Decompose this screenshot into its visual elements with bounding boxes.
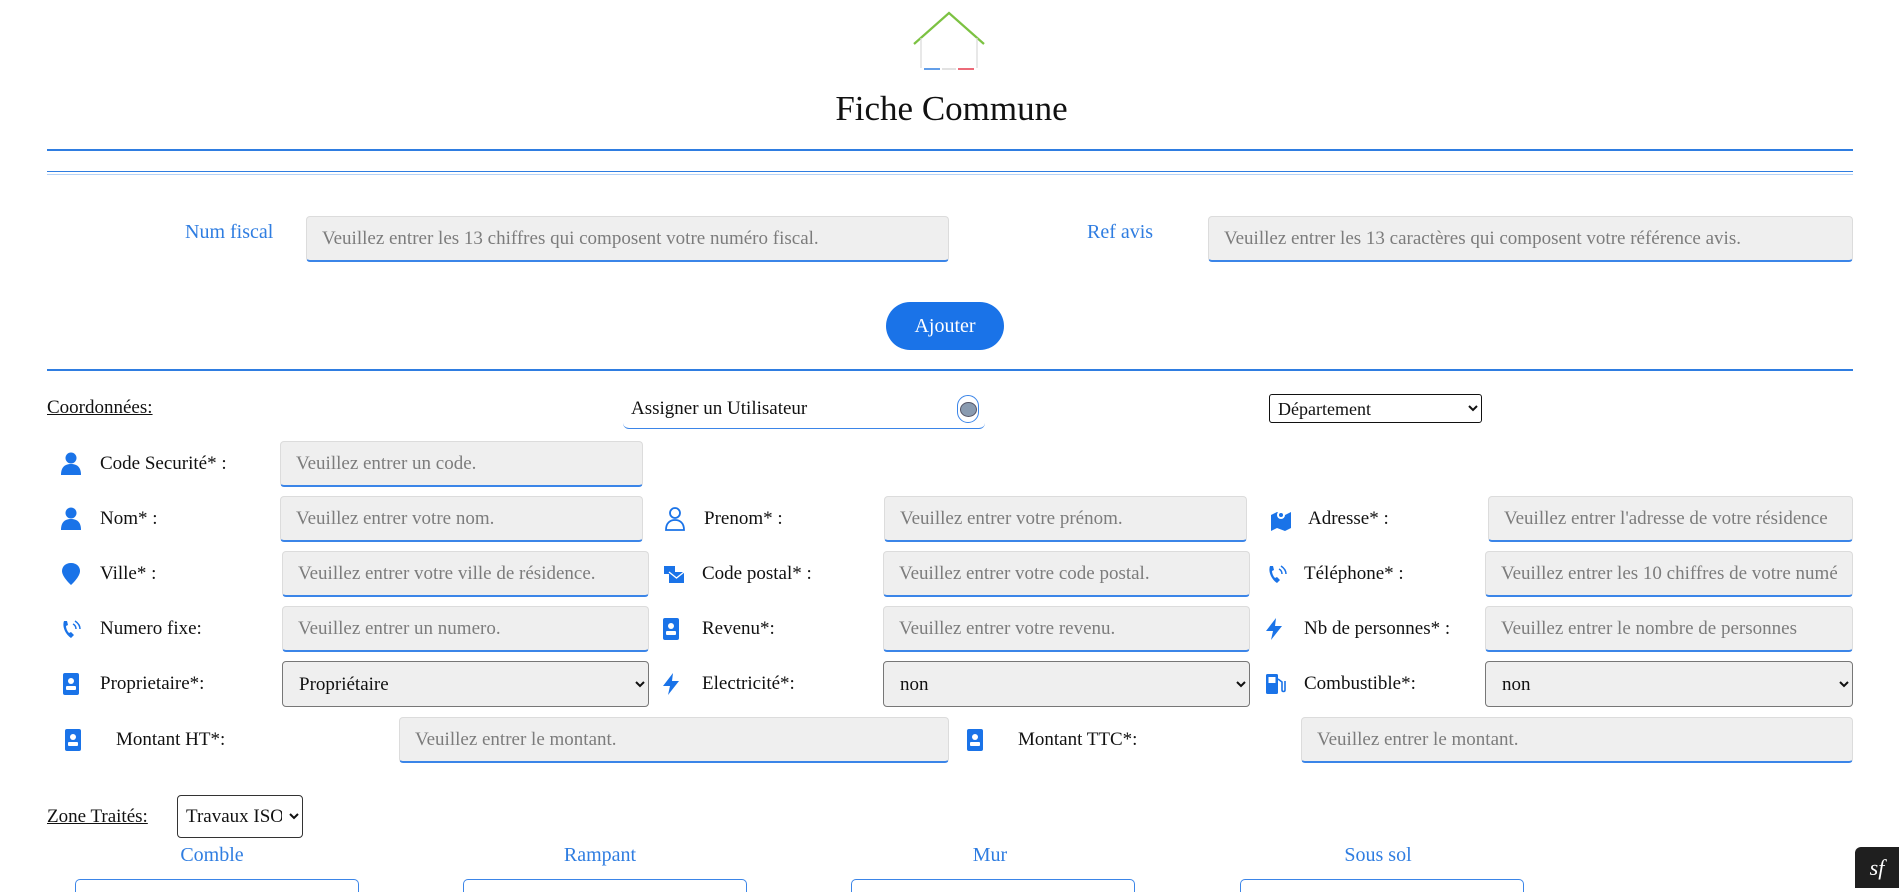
nom-label: Nom* : bbox=[100, 508, 158, 529]
zone-col-mur: Mur bbox=[972, 844, 1008, 866]
num-fiscal-label: Num fiscal bbox=[185, 221, 274, 243]
zone-col-comble: Comble bbox=[180, 844, 244, 866]
zone-col-sous-sol: Sous sol bbox=[1344, 844, 1412, 866]
montant-ht-label: Montant HT*: bbox=[116, 729, 226, 750]
electricite-label: Electricité*: bbox=[702, 673, 795, 694]
mail-bulk-icon bbox=[663, 562, 685, 586]
map-icon bbox=[1270, 507, 1292, 531]
header-divider-shadow bbox=[47, 174, 1853, 175]
id-badge-icon bbox=[62, 728, 84, 752]
code-securite-input[interactable] bbox=[280, 441, 643, 487]
id-badge-icon bbox=[60, 672, 82, 696]
montant-ht-input[interactable] bbox=[399, 717, 949, 763]
header-divider-lower bbox=[47, 171, 1853, 172]
phone-volume-icon bbox=[60, 617, 82, 641]
prenom-label: Prenom* : bbox=[704, 508, 783, 529]
zone-box-sous-sol[interactable] bbox=[1240, 879, 1524, 892]
prenom-input[interactable] bbox=[884, 496, 1247, 542]
bolt-icon bbox=[660, 672, 682, 696]
id-badge-icon bbox=[964, 728, 986, 752]
nb-personnes-input[interactable] bbox=[1485, 606, 1853, 652]
coordonnees-heading: Coordonnées: bbox=[47, 397, 153, 418]
ville-label: Ville* : bbox=[100, 563, 157, 584]
bolt-icon bbox=[1263, 617, 1285, 641]
zone-traites-select[interactable]: Travaux ISO bbox=[177, 795, 303, 838]
section-divider bbox=[47, 369, 1853, 371]
proprietaire-select[interactable]: Propriétaire bbox=[282, 661, 649, 707]
code-securite-label: Code Securité* : bbox=[100, 453, 227, 474]
code-postal-label: Code postal* : bbox=[702, 563, 812, 584]
zone-col-rampant: Rampant bbox=[563, 844, 637, 866]
ville-input[interactable] bbox=[282, 551, 649, 597]
zone-box-comble[interactable] bbox=[75, 879, 359, 892]
nom-input[interactable] bbox=[280, 496, 643, 542]
zone-traites-heading: Zone Traités: bbox=[47, 806, 148, 827]
user-outline-icon bbox=[664, 507, 686, 531]
telephone-label: Téléphone* : bbox=[1304, 563, 1404, 584]
proprietaire-label: Proprietaire*: bbox=[100, 673, 205, 694]
adresse-label: Adresse* : bbox=[1308, 508, 1389, 529]
house-logo-icon bbox=[910, 10, 988, 72]
zone-box-mur[interactable] bbox=[851, 879, 1135, 892]
assign-user-field[interactable]: Assigner un Utilisateur bbox=[623, 390, 985, 429]
gas-pump-icon bbox=[1264, 672, 1286, 696]
telephone-input[interactable] bbox=[1485, 551, 1853, 597]
combustible-select[interactable]: non bbox=[1485, 661, 1853, 707]
revenu-input[interactable] bbox=[883, 606, 1250, 652]
numero-fixe-input[interactable] bbox=[282, 606, 649, 652]
assign-user-label: Assigner un Utilisateur bbox=[631, 398, 808, 419]
map-pin-icon bbox=[60, 562, 82, 586]
revenu-label: Revenu*: bbox=[702, 618, 775, 639]
page-title: Fiche Commune bbox=[835, 89, 1068, 128]
id-badge-icon bbox=[660, 617, 682, 641]
user-icon bbox=[60, 452, 82, 476]
user-icon bbox=[60, 507, 82, 531]
header-divider bbox=[47, 149, 1853, 151]
departement-select[interactable]: Département bbox=[1269, 394, 1482, 423]
code-postal-input[interactable] bbox=[883, 551, 1250, 597]
montant-ttc-label: Montant TTC*: bbox=[1018, 729, 1138, 750]
phone-volume-icon bbox=[1266, 562, 1288, 586]
zone-box-rampant[interactable] bbox=[463, 879, 747, 892]
add-button[interactable]: Ajouter bbox=[886, 302, 1004, 350]
nb-personnes-label: Nb de personnes* : bbox=[1304, 618, 1451, 639]
assign-user-toggle[interactable] bbox=[957, 395, 979, 423]
ref-avis-input[interactable] bbox=[1208, 216, 1853, 262]
combustible-label: Combustible*: bbox=[1304, 673, 1416, 694]
adresse-input[interactable] bbox=[1488, 496, 1853, 542]
ref-avis-label: Ref avis bbox=[1087, 221, 1154, 243]
montant-ttc-input[interactable] bbox=[1301, 717, 1853, 763]
electricite-select[interactable]: non bbox=[883, 661, 1250, 707]
num-fiscal-input[interactable] bbox=[306, 216, 949, 262]
symfony-toolbar-badge[interactable]: sf bbox=[1855, 847, 1899, 888]
numero-fixe-label: Numero fixe: bbox=[100, 618, 202, 639]
